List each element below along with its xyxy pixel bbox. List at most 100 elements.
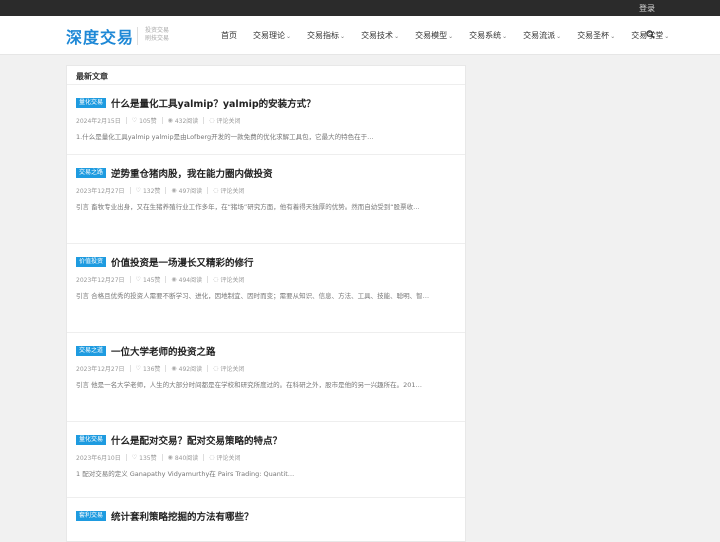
nav-item-2[interactable]: 交易指标⌄ [307, 30, 345, 41]
post-date: 2023年12月27日 [76, 188, 125, 195]
post-excerpt: 1 配对交易的定义 Ganapathy Vidyamurthy在 Pairs T… [76, 470, 295, 478]
main-nav: 首页 交易理论⌄ 交易指标⌄ 交易技术⌄ 交易模型⌄ 交易系统⌄ 交易流派⌄ 交易圣杯⌄ 交易学… [213, 16, 677, 54]
chevron-down-icon: ⌄ [448, 32, 454, 40]
post-meta: 2023年6月10日 ♡ 135赞 ◉ 840阅读 ◌ 评论关闭 [76, 453, 241, 462]
post-excerpt: 引言 畜牧专业出身，又在生猪养殖行业工作多年，在“猪场”研究方面，他有着得天独厚… [76, 203, 420, 211]
meta-divider [161, 117, 163, 124]
site-tagline: 投资交易 刷技交易 [137, 27, 169, 45]
comment-icon: ◌ [209, 117, 215, 124]
chevron-down-icon: ⌄ [340, 32, 346, 40]
thumbs-up-icon[interactable]: ♡ [132, 117, 137, 124]
post-title-link[interactable]: 逆势重仓猪肉股，我在能力圈内做投资 [111, 166, 273, 180]
view-count: 492阅读 [178, 366, 203, 373]
comment-icon: ◌ [213, 187, 219, 194]
comment-status: 评论关闭 [220, 188, 245, 195]
post-item: 量化交易 什么是配对交易？配对交易策略的特点？ 2023年6月10日 ♡ 135赞 ◉ 84… [67, 422, 465, 498]
nav-item-label: 交易系统 [469, 30, 502, 40]
post-title-row: 交易之路 逆势重仓猪肉股，我在能力圈内做投资 [76, 166, 273, 180]
post-title-link[interactable]: 什么是配对交易？配对交易策略的特点？ [111, 433, 282, 447]
chevron-down-icon: ⌄ [610, 32, 616, 40]
post-excerpt: 引言 合格且优秀的投资人需要不断学习、进化，因地制宜、因时而变；需要从知识、信息… [76, 292, 430, 300]
meta-divider [129, 365, 131, 372]
nav-item-label: 交易指标 [307, 30, 340, 40]
meta-divider [129, 187, 131, 194]
meta-divider [165, 276, 167, 283]
category-badge[interactable]: 套利交易 [76, 511, 107, 521]
comment-icon: ◌ [209, 454, 215, 461]
meta-divider [161, 454, 163, 461]
chevron-down-icon: ⌄ [286, 32, 292, 40]
post-title-link[interactable]: 什么是量化工具yalmip？yalmip的安装方式？ [111, 96, 316, 110]
nav-item-7[interactable]: 交易圣杯⌄ [577, 30, 615, 41]
nav-item-label: 交易模型 [415, 30, 448, 40]
like-count: 105赞 [139, 118, 157, 125]
tagline-line-2: 刷技交易 [145, 35, 170, 42]
nav-item-4[interactable]: 交易模型⌄ [415, 30, 453, 41]
post-title-row: 量化交易 什么是量化工具yalmip？yalmip的安装方式？ [76, 96, 316, 110]
meta-divider [203, 454, 205, 461]
category-badge[interactable]: 量化交易 [76, 435, 107, 445]
category-badge[interactable]: 价值投资 [76, 257, 107, 267]
meta-divider [207, 276, 209, 283]
post-date: 2024年2月15日 [76, 118, 121, 125]
post-item: 套利交易 统计套利策略挖掘的方法有哪些？ [67, 498, 465, 541]
meta-divider [125, 117, 127, 124]
like-count: 135赞 [139, 455, 157, 462]
view-count: 840阅读 [174, 455, 199, 462]
post-meta: 2023年12月27日 ♡ 145赞 ◉ 494阅读 ◌ 评论关闭 [76, 275, 244, 284]
post-title-link[interactable]: 一位大学老师的投资之路 [111, 344, 216, 358]
post-date: 2023年12月27日 [76, 277, 125, 284]
category-badge[interactable]: 交易之道 [76, 346, 107, 356]
thumbs-up-icon[interactable]: ♡ [132, 454, 137, 461]
like-count: 145赞 [142, 277, 161, 284]
post-meta: 2023年12月27日 ♡ 132赞 ◉ 497阅读 ◌ 评论关闭 [76, 186, 244, 195]
comment-icon: ◌ [213, 365, 219, 372]
post-item: 量化交易 什么是量化工具yalmip？yalmip的安装方式？ 2024年2月15日… [67, 85, 465, 155]
view-count: 494阅读 [178, 277, 203, 284]
like-count: 136赞 [142, 366, 161, 373]
site-logo[interactable]: 深度交易 [66, 24, 134, 48]
nav-item-1[interactable]: 交易理论⌄ [253, 30, 291, 41]
nav-item-label: 交易流派 [523, 30, 556, 40]
view-count: 497阅读 [178, 188, 203, 195]
meta-divider [165, 187, 167, 194]
latest-posts-panel: 最新文章 量化交易 什么是量化工具yalmip？yalmip的安装方式？ 2024年… [66, 65, 466, 542]
post-meta: 2023年12月27日 ♡ 136赞 ◉ 492阅读 ◌ 评论关闭 [76, 364, 244, 373]
nav-item-6[interactable]: 交易流派⌄ [523, 30, 561, 41]
post-date: 2023年6月10日 [76, 455, 121, 462]
meta-divider [165, 365, 167, 372]
post-title-row: 价值投资 价值投资是一场漫长又精彩的修行 [76, 255, 254, 269]
view-count: 432阅读 [174, 118, 199, 125]
category-badge[interactable]: 量化交易 [76, 98, 107, 108]
eye-icon: ◉ [171, 365, 177, 372]
nav-item-5[interactable]: 交易系统⌄ [469, 30, 507, 41]
meta-divider [207, 187, 209, 194]
login-link[interactable]: 登录 [639, 3, 655, 14]
post-title-link[interactable]: 统计套利策略挖掘的方法有哪些？ [111, 509, 254, 523]
post-title-row: 套利交易 统计套利策略挖掘的方法有哪些？ [76, 509, 254, 523]
nav-item-3[interactable]: 交易技术⌄ [361, 30, 399, 41]
search-icon[interactable] [646, 30, 655, 39]
comment-status: 评论关闭 [220, 366, 245, 373]
post-meta: 2024年2月15日 ♡ 105赞 ◉ 432阅读 ◌ 评论关闭 [76, 116, 241, 125]
category-badge[interactable]: 交易之路 [76, 168, 107, 178]
site-header: 深度交易 投资交易 刷技交易 首页 交易理论⌄ 交易指标⌄ 交易技术⌄ 交易模型⌄ 交易系… [0, 16, 720, 55]
thumbs-up-icon[interactable]: ♡ [136, 365, 141, 372]
nav-item-label: 首页 [221, 30, 237, 40]
tagline-line-1: 投资交易 [145, 27, 170, 34]
thumbs-up-icon[interactable]: ♡ [136, 276, 141, 283]
nav-item-0[interactable]: 首页 [221, 30, 237, 41]
post-title-link[interactable]: 价值投资是一场漫长又精彩的修行 [111, 255, 254, 269]
chevron-down-icon: ⌄ [394, 32, 400, 40]
meta-divider [207, 365, 209, 372]
chevron-down-icon: ⌄ [556, 32, 562, 40]
comment-status: 评论关闭 [220, 277, 245, 284]
meta-divider [203, 117, 205, 124]
comment-status: 评论关闭 [216, 455, 241, 462]
thumbs-up-icon[interactable]: ♡ [136, 187, 141, 194]
eye-icon: ◉ [171, 187, 177, 194]
post-title-row: 交易之道 一位大学老师的投资之路 [76, 344, 216, 358]
post-excerpt: 1.什么是量化工具yalmip yalmip是由Lofberg开发的一款免费的优… [76, 133, 374, 141]
post-item: 交易之路 逆势重仓猪肉股，我在能力圈内做投资 2023年12月27日 ♡ 132赞 ◉ 49… [67, 155, 465, 244]
post-date: 2023年12月27日 [76, 366, 125, 373]
